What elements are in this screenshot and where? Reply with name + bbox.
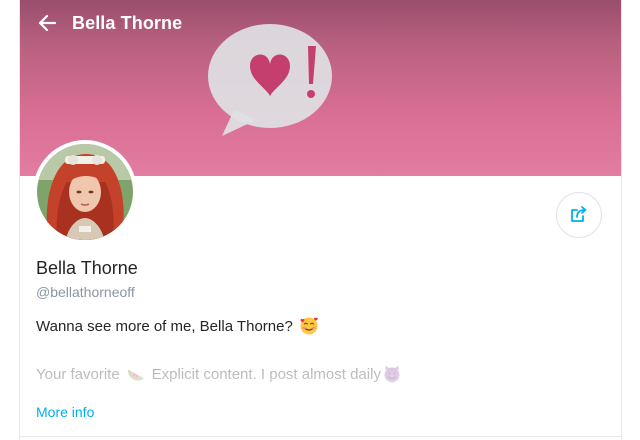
smiling-devil-icon [384, 365, 400, 383]
page-title: Bella Thorne [72, 12, 183, 33]
bio-line: Wanna see more of me, Bella Thorne? [36, 316, 319, 336]
watermelon-icon [127, 369, 144, 381]
share-button[interactable] [556, 192, 602, 238]
share-icon [571, 206, 587, 222]
bio-text: Explicit content. I post almost daily [151, 365, 381, 383]
profile-handle: @bellathorneoff [36, 284, 135, 300]
profile-name: Bella Thorne [36, 258, 138, 278]
bio-text: Wanna see more of me, Bella Thorne? [36, 317, 293, 335]
profile-card: Bella Thorne Bella Thorne @bellathorneof… [19, 0, 622, 440]
back-button[interactable] [36, 12, 58, 34]
divider [20, 436, 621, 437]
avatar[interactable] [35, 142, 135, 242]
profile-avatar [35, 142, 135, 242]
arrow-left-icon [38, 14, 57, 32]
bio-line: Your favorite Explicit content. I post a… [36, 364, 402, 384]
smiling-face-with-hearts-icon [300, 317, 318, 335]
top-bar: Bella Thorne [20, 0, 621, 46]
bio-text: Your favorite [36, 365, 120, 383]
more-info-link[interactable]: More info [36, 404, 94, 420]
